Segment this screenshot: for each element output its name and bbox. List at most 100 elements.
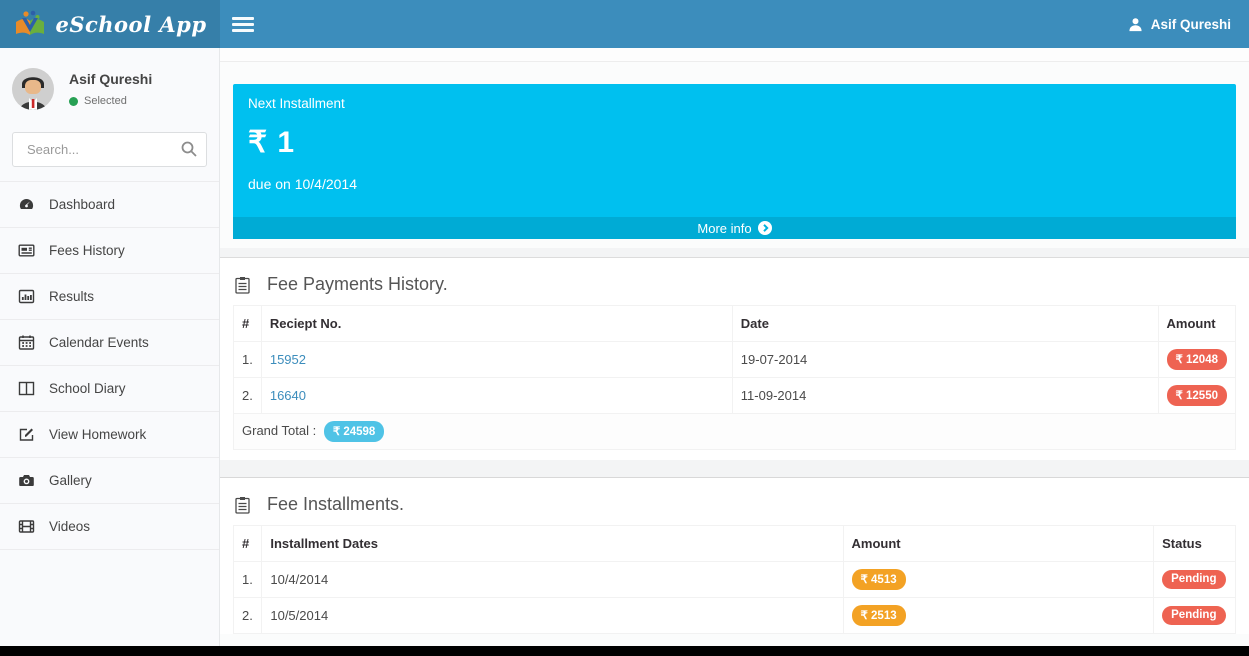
fee-installments-header: Fee Installments. [233,478,1236,525]
sidebar-item-label: Calendar Events [49,335,149,350]
sidebar-item-label: Results [49,289,94,304]
more-info-link[interactable]: More info [233,217,1236,239]
row-number: 1. [234,342,262,378]
amount-badge: ₹ 12550 [1167,385,1228,406]
status-badge: Pending [1162,606,1225,625]
sidebar-item-label: School Diary [49,381,126,396]
sidebar-item-school-diary[interactable]: School Diary [0,366,219,412]
eschool-logo-icon [13,10,47,38]
col-header-receipt: Reciept No. [261,306,732,342]
sidebar-item-view-homework[interactable]: View Homework [0,412,219,458]
fee-payments-section: Fee Payments History. # Reciept No. Date… [220,258,1249,460]
user-icon [1128,17,1143,32]
content-top-strip [220,48,1249,62]
col-header-status: Status [1154,526,1236,562]
navbar: Asif Qureshi [220,0,1249,48]
next-installment-box: Next Installment ₹ 1 due on 10/4/2014 Mo… [233,84,1236,239]
receipt-link[interactable]: 15952 [270,352,306,367]
sidebar-item-dashboard[interactable]: Dashboard [0,182,219,228]
calendar-icon [18,334,35,351]
row-number: 2. [234,378,262,414]
table-row: 2. 10/5/2014 ₹ 2513 Pending [234,598,1236,634]
receipt-link[interactable]: 16640 [270,388,306,403]
fee-payments-header: Fee Payments History. [233,258,1236,305]
status-dot-icon [69,97,78,106]
table-row: 1. 10/4/2014 ₹ 4513 Pending [234,562,1236,598]
sidebar-item-fees-history[interactable]: Fees History [0,228,219,274]
sidebar-item-label: Fees History [49,243,125,258]
sidebar-search [12,132,207,167]
infobox-title: Next Installment [248,96,1221,111]
row-number: 2. [234,598,262,634]
user-status: Selected [69,95,152,107]
section-divider [220,248,1249,258]
sidebar-user-name: Asif Qureshi [69,71,152,87]
sidebar-item-videos[interactable]: Videos [0,504,219,550]
amount-badge: ₹ 4513 [852,569,906,590]
col-header-amount: Amount [1158,306,1236,342]
sidebar-item-results[interactable]: Results [0,274,219,320]
installment-date: 10/5/2014 [262,598,843,634]
search-input[interactable] [12,132,207,167]
grand-total-badge: ₹ 24598 [324,421,385,442]
sidebar-item-label: Gallery [49,473,92,488]
columns-icon [18,380,35,397]
infobox-due-date: due on 10/4/2014 [248,176,1221,192]
payments-table: # Reciept No. Date Amount 1. 15952 19-07… [233,305,1236,450]
col-header-date: Date [732,306,1158,342]
col-header-num: # [234,526,262,562]
col-header-dates: Installment Dates [262,526,843,562]
section-divider [220,460,1249,478]
camera-icon [18,472,35,489]
grand-total-row: Grand Total : ₹ 24598 [234,414,1236,450]
clipboard-icon [235,276,250,294]
section-title: Fee Installments. [267,494,404,515]
edit-icon [18,426,35,443]
newspaper-icon [18,242,35,259]
status-badge: Pending [1162,570,1225,589]
payment-date: 19-07-2014 [732,342,1158,378]
status-label: Selected [84,95,127,107]
brand-name: eSchool App [55,12,206,37]
table-row: 1. 15952 19-07-2014 ₹ 12048 [234,342,1236,378]
col-header-amount: Amount [843,526,1154,562]
infobox-amount: ₹ 1 [248,125,1221,160]
amount-badge: ₹ 2513 [852,605,906,626]
dashboard-icon [18,196,35,213]
table-row: 2. 16640 11-09-2014 ₹ 12550 [234,378,1236,414]
nav-user-name: Asif Qureshi [1151,17,1231,32]
sidebar-menu: Dashboard Fees History [0,181,219,550]
installments-table: # Installment Dates Amount Status 1. 10/… [233,525,1236,634]
table-header-row: # Installment Dates Amount Status [234,526,1236,562]
sidebar-user-panel: Asif Qureshi Selected [0,48,219,120]
sidebar-toggle-button[interactable] [220,0,265,48]
bar-chart-icon [18,288,35,305]
clipboard-icon [235,496,250,514]
fee-installments-section: Fee Installments. # Installment Dates Am… [220,478,1249,634]
arrow-circle-right-icon [758,221,772,235]
sidebar-item-label: Videos [49,519,90,534]
sidebar-item-label: View Homework [49,427,146,442]
eschool-app: eSchool App Asif Qureshi [0,0,1249,656]
col-header-num: # [234,306,262,342]
user-menu[interactable]: Asif Qureshi [1110,0,1249,48]
top-navbar: eSchool App Asif Qureshi [0,0,1249,48]
more-info-label: More info [697,221,751,236]
bottom-black-bar [0,646,1249,656]
payment-date: 11-09-2014 [732,378,1158,414]
sidebar-item-label: Dashboard [49,197,115,212]
main-content: Next Installment ₹ 1 due on 10/4/2014 Mo… [220,48,1249,646]
amount-badge: ₹ 12048 [1167,349,1228,370]
brand-logo[interactable]: eSchool App [0,0,220,48]
table-header-row: # Reciept No. Date Amount [234,306,1236,342]
section-title: Fee Payments History. [267,274,448,295]
row-number: 1. [234,562,262,598]
sidebar-item-calendar-events[interactable]: Calendar Events [0,320,219,366]
grand-total-label: Grand Total : [242,423,316,438]
sidebar: Asif Qureshi Selected [0,48,220,646]
installment-date: 10/4/2014 [262,562,843,598]
avatar[interactable] [12,68,54,110]
film-icon [18,518,35,535]
search-icon[interactable] [180,140,198,158]
sidebar-item-gallery[interactable]: Gallery [0,458,219,504]
